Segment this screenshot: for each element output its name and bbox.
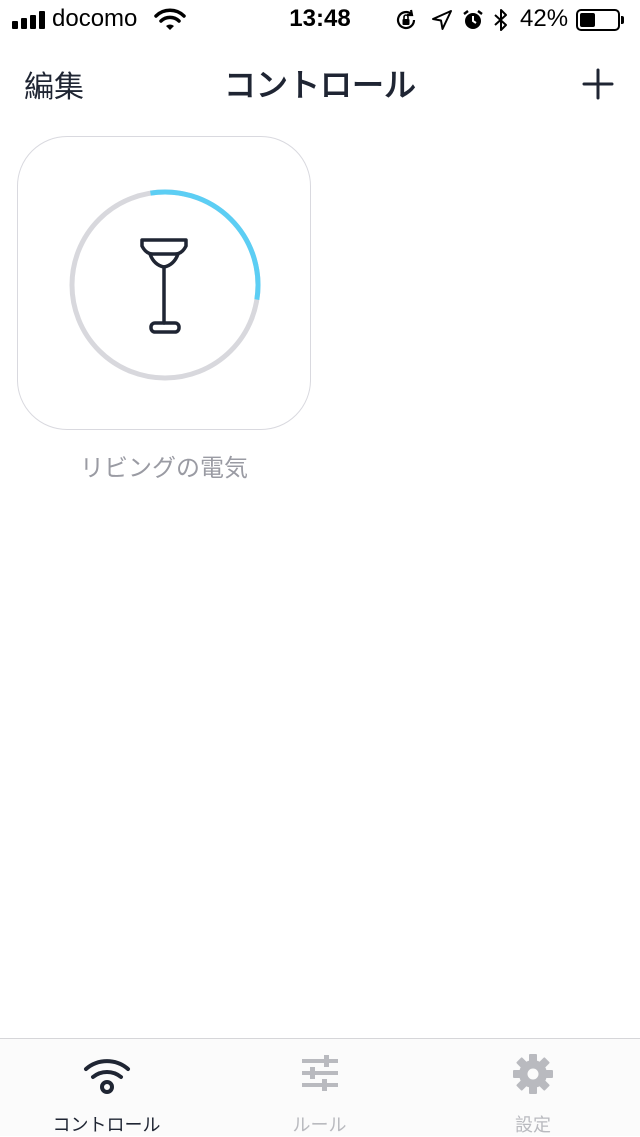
status-bar: docomo 13:48 42% (0, 0, 640, 40)
gear-icon (513, 1054, 553, 1094)
sliders-icon (301, 1055, 338, 1091)
device-tile[interactable] (17, 136, 311, 430)
tab-bar: コントロール ルール 設定 (0, 1038, 640, 1136)
tab-label: ルール (292, 1115, 347, 1136)
battery-icon (576, 9, 624, 31)
edit-button[interactable]: 編集 (24, 62, 84, 106)
tab-control[interactable]: コントロール (0, 1039, 213, 1137)
floor-lamp-icon (140, 238, 188, 334)
alarm-icon (463, 10, 483, 29)
tab-label: コントロール (52, 1115, 161, 1136)
page-title: コントロール (223, 66, 416, 104)
nav-bar: 編集 コントロール (0, 40, 640, 126)
wifi-icon (83, 1059, 130, 1094)
bluetooth-icon (494, 9, 507, 31)
location-icon (432, 10, 452, 30)
device-label: リビングの電気 (80, 454, 248, 482)
battery-percent: 42% (520, 5, 569, 32)
plus-icon[interactable] (580, 66, 616, 102)
ring-progress (150, 189, 261, 300)
tab-rules[interactable]: ルール (213, 1039, 426, 1137)
tab-settings[interactable]: 設定 (426, 1039, 640, 1137)
battery-fill (580, 13, 595, 27)
brightness-ring (69, 189, 261, 381)
tab-label: 設定 (515, 1115, 551, 1136)
orientation-lock-icon (396, 9, 416, 30)
